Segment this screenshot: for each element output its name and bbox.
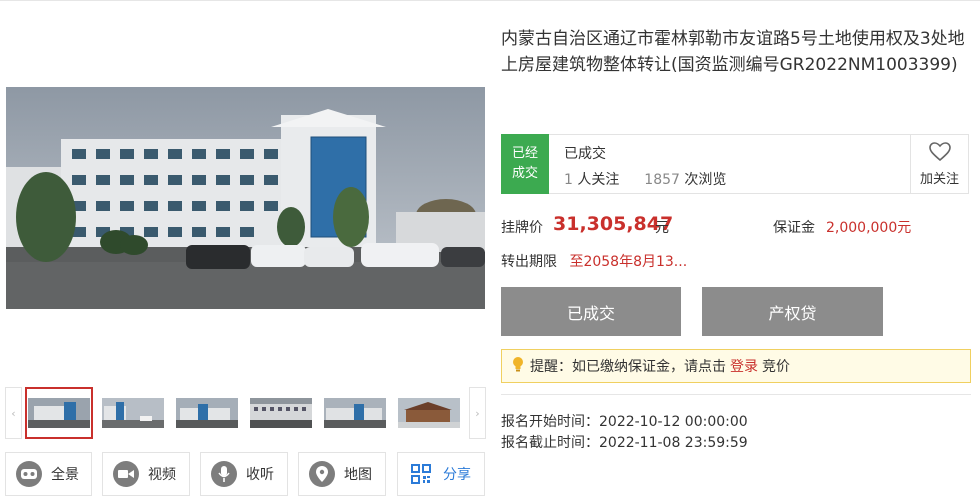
deposit-value: 2,000,000元 — [826, 220, 912, 236]
views-count: 1857 — [644, 172, 680, 188]
video-button[interactable]: 视频 — [102, 452, 190, 496]
follow-button[interactable]: 加关注 — [910, 135, 968, 193]
signup-end-row: 报名截止时间：2022-11-08 23:59:59 — [501, 432, 748, 452]
price-label: 挂牌价 — [501, 220, 543, 236]
property-loan-button[interactable]: 产权贷 — [702, 287, 883, 336]
reminder-bar: 提醒：如已缴纳保证金，请点击 登录 竞价 — [501, 349, 971, 383]
signup-start-value: 2022-10-12 00:00:00 — [599, 414, 748, 430]
followers-label: 人关注 — [577, 172, 620, 188]
deposit-label: 保证金 — [773, 220, 815, 236]
thumbnail-next-button[interactable]: › — [469, 387, 486, 439]
thumbnail-4[interactable] — [247, 387, 315, 439]
video-label: 视频 — [148, 467, 176, 483]
thumbnail-3[interactable] — [173, 387, 241, 439]
reminder-prefix: 提醒：如已缴纳保证金，请点击 — [530, 359, 726, 375]
followers-count: 1 — [564, 172, 573, 188]
status-text: 已成交 — [564, 146, 606, 162]
listen-button[interactable]: 收听 — [200, 452, 288, 496]
top-divider — [0, 0, 980, 1]
status-stats: 1 人关注 1857 次浏览 — [564, 169, 726, 189]
chevron-right-icon: › — [475, 406, 480, 420]
deal-closed-button[interactable]: 已成交 — [501, 287, 681, 336]
thumbnail-prev-button[interactable]: ‹ — [5, 387, 22, 439]
price-row: 挂牌价 31,305,847 元 保证金 2,000,000元 — [501, 213, 971, 237]
chevron-left-icon: ‹ — [11, 406, 16, 420]
period-row: 转出期限 至2058年8月13... — [501, 251, 687, 271]
map-button[interactable]: 地图 — [298, 452, 386, 496]
share-label: 分享 — [443, 467, 471, 483]
panorama-button[interactable]: 全景 — [5, 452, 92, 496]
map-pin-icon — [309, 461, 335, 487]
period-value: 至2058年8月13... — [569, 254, 688, 270]
period-label: 转出期限 — [501, 254, 557, 270]
status-panel: 已经成交 已成交 1 人关注 1857 次浏览 加关注 — [501, 134, 969, 194]
lightbulb-icon — [512, 356, 524, 376]
section-divider — [501, 394, 971, 395]
panorama-label: 全景 — [51, 467, 79, 483]
thumbnail-6[interactable] — [395, 387, 463, 439]
heart-icon — [928, 141, 951, 166]
thumbnail-strip: ‹ › — [5, 387, 486, 439]
thumbnail-1[interactable] — [25, 387, 93, 439]
video-camera-icon — [113, 461, 139, 487]
vr-glasses-icon — [16, 461, 42, 487]
signup-start-label: 报名开始时间： — [501, 414, 599, 430]
thumbnail-5[interactable] — [321, 387, 389, 439]
login-link[interactable]: 登录 — [730, 356, 758, 376]
thumbnail-2[interactable] — [99, 387, 167, 439]
signup-end-value: 2022-11-08 23:59:59 — [599, 435, 748, 451]
status-badge: 已经成交 — [501, 134, 549, 194]
qr-code-icon — [408, 461, 434, 487]
signup-start-row: 报名开始时间：2022-10-12 00:00:00 — [501, 411, 748, 431]
microphone-icon — [211, 461, 237, 487]
main-property-photo[interactable] — [6, 87, 485, 309]
listing-title: 内蒙古自治区通辽市霍林郭勒市友谊路5号土地使用权及3处地上房屋建筑物整体转让(国… — [501, 29, 965, 75]
price-unit: 元 — [655, 220, 669, 236]
map-label: 地图 — [344, 467, 372, 483]
signup-end-label: 报名截止时间： — [501, 435, 599, 451]
follow-label: 加关注 — [919, 171, 959, 187]
reminder-suffix: 竞价 — [762, 359, 790, 375]
views-label: 次浏览 — [684, 172, 727, 188]
share-button[interactable]: 分享 — [397, 452, 485, 496]
listen-label: 收听 — [246, 467, 274, 483]
